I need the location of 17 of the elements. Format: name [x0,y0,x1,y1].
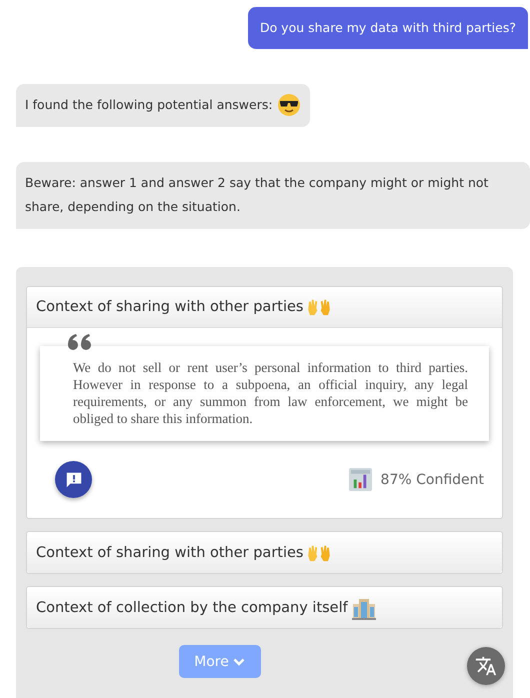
accordion-title: Context of sharing with other parties [36,544,304,560]
quote-mark-icon [67,333,93,351]
raised-hands-icon [307,298,332,316]
message-text: I found the following potential answers: [25,96,273,114]
confidence-label: 87% Confident [380,472,484,488]
report-button[interactable] [55,461,92,498]
bar-chart-icon [348,468,372,491]
message-text: Do you share my data with third parties? [260,19,516,37]
accordion-title: Context of collection by the company itself [36,600,348,616]
accordion-title: Context of sharing with other parties [36,299,304,315]
raised-hands-icon [307,544,332,562]
translate-icon [475,655,497,677]
quote-text: We do not sell or rent user’s personal information to third parties. However in response to a subpoena, an official inquiry, any legal requirements, or any summon from law enforcement, we might be obliged to share this information. [40,346,489,441]
alert-message-icon [64,470,82,488]
message-text: Beware: answer 1 and answer 2 say that the company might or might not share, depending on the situation. [25,174,490,216]
sunglasses-face-icon [276,93,301,117]
chevron-down-icon [232,658,245,666]
